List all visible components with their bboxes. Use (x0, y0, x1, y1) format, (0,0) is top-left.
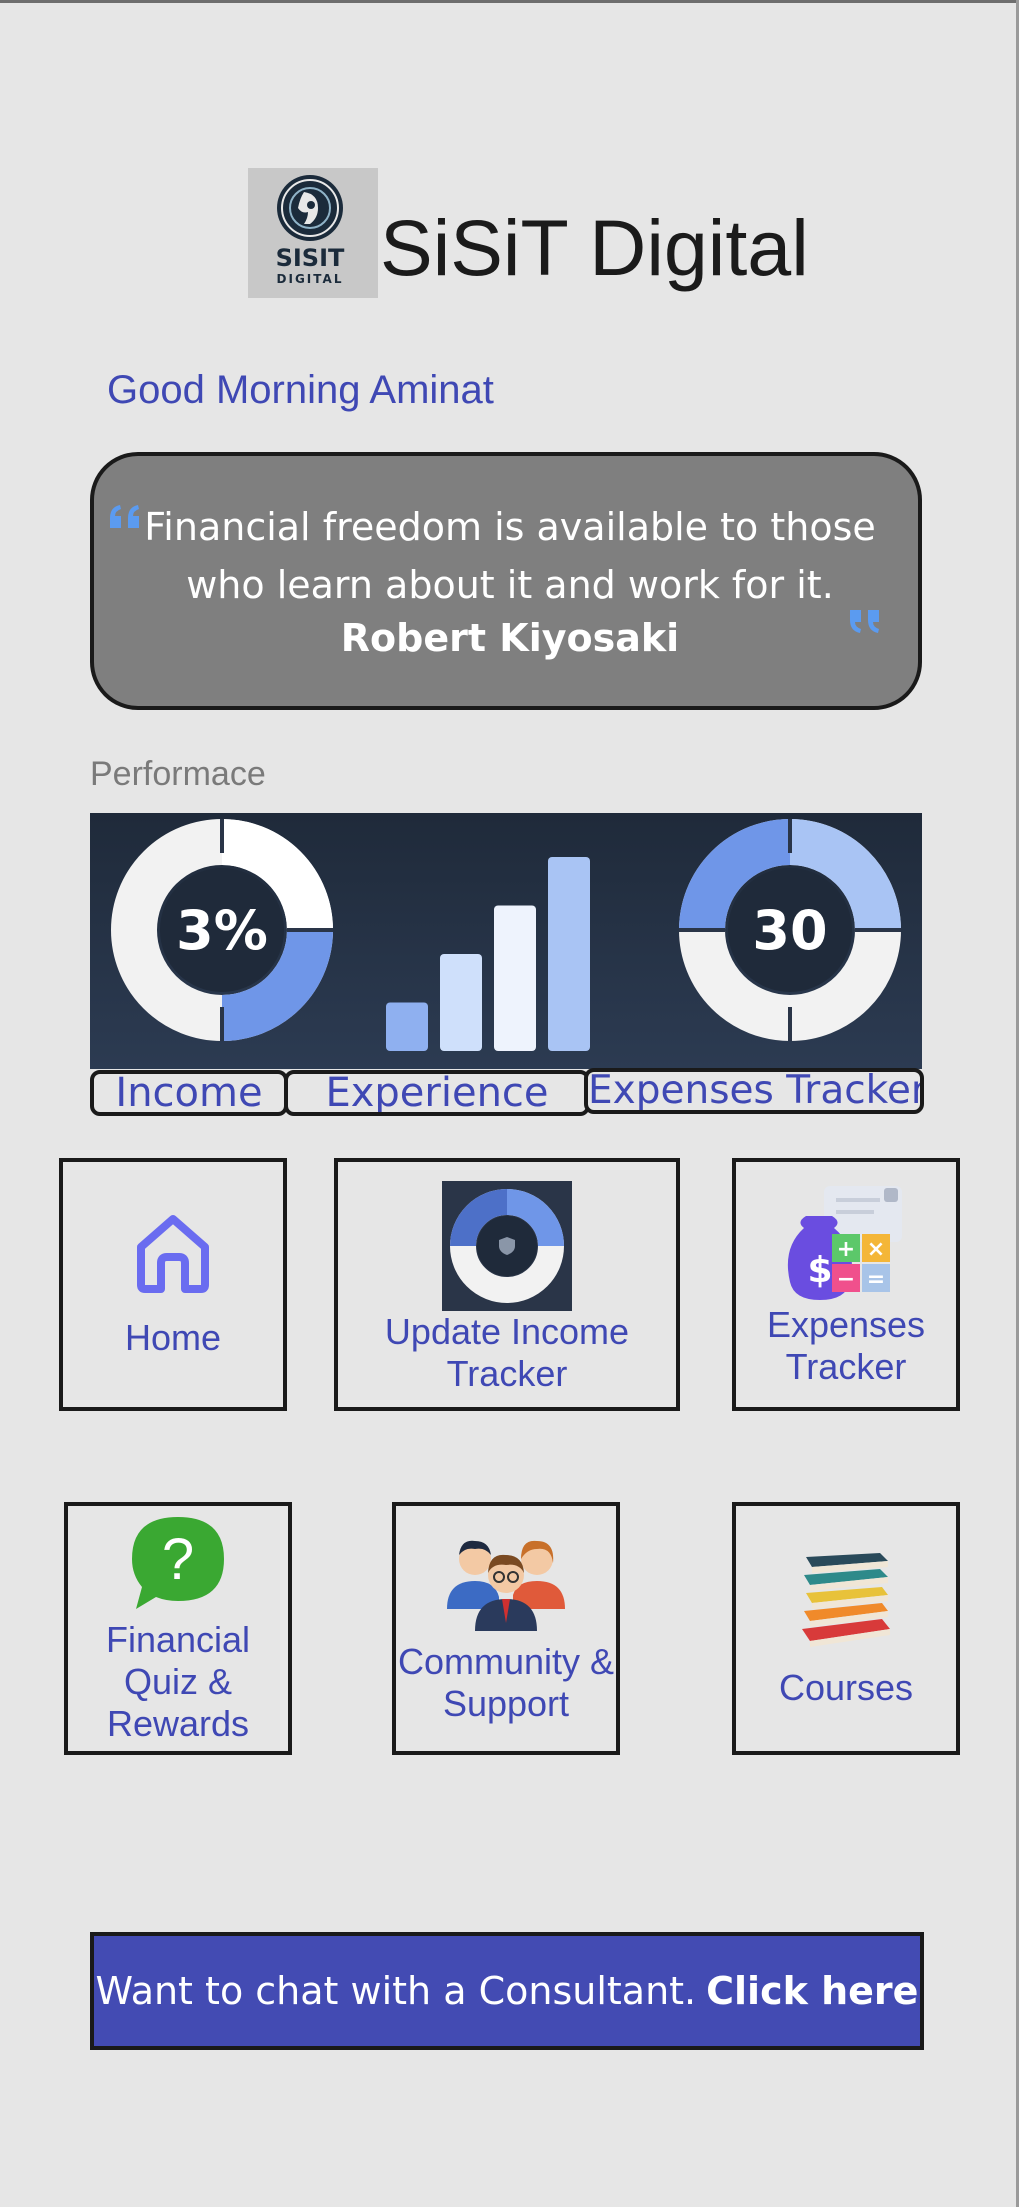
home-icon (137, 1214, 209, 1293)
courses-label: Courses (778, 1666, 914, 1708)
bar-group (386, 857, 590, 1051)
community-support-label: Community & Support (397, 1640, 615, 1724)
financial-quiz-tile[interactable]: ? Financial Quiz & Rewards (64, 1502, 292, 1755)
performance-bar (494, 905, 536, 1051)
books-stack-icon (802, 1552, 890, 1647)
svg-text:DIGITAL: DIGITAL (277, 272, 344, 286)
svg-text:?: ? (162, 1527, 194, 1592)
financial-quiz-label: Financial Quiz & Rewards (105, 1618, 251, 1744)
expenses-tracker-tile[interactable]: $ + × − = Expenses Tracker (732, 1158, 960, 1411)
quote-text: Financial freedom is available to those … (144, 505, 876, 607)
question-bubble-icon: ? (132, 1516, 224, 1609)
update-income-tracker-tile[interactable]: Update Income Tracker (334, 1158, 680, 1411)
performance-bar (386, 1002, 428, 1051)
update-income-tracker-label: Update Income Tracker (384, 1310, 630, 1394)
money-bag-calculator-icon: $ + × − = (787, 1185, 902, 1300)
performance-bar (548, 857, 590, 1051)
cta-text: Want to chat with a Consultant. (95, 1969, 697, 2013)
svg-text:=: = (867, 1267, 885, 1292)
quote-author: Robert Kiyosaki (340, 616, 680, 660)
logo-icon: SISIT DIGITAL (276, 175, 345, 286)
svg-text:SISIT: SISIT (276, 244, 345, 272)
home-tile[interactable]: Home (59, 1158, 287, 1411)
quote-card: Financial freedom is available to those … (90, 452, 922, 710)
svg-text:30: 30 (752, 899, 827, 962)
courses-tile[interactable]: Courses (732, 1502, 960, 1755)
performance-bar (440, 954, 482, 1051)
svg-text:3%: 3% (176, 899, 268, 962)
svg-text:−: − (837, 1267, 855, 1292)
top-border (0, 0, 1019, 3)
performance-graphic: 3% 30 (90, 813, 922, 1069)
greeting-text: Good Morning Aminat (107, 368, 494, 412)
chat-consultant-button[interactable]: Want to chat with a Consultant. Click he… (90, 1932, 924, 2050)
close-quote-icon (850, 610, 879, 633)
performance-label: Performace (90, 755, 266, 793)
left-gauge: 3% (111, 819, 333, 1041)
right-gauge: 30 (679, 819, 901, 1041)
expenses-tracker-label: Expenses Tracker (766, 1303, 926, 1387)
tab-experience[interactable]: Experience (284, 1070, 590, 1116)
svg-text:×: × (867, 1237, 885, 1262)
cta-link[interactable]: Click here (706, 1969, 918, 2013)
people-group-icon (447, 1540, 565, 1631)
tab-income[interactable]: Income (90, 1070, 288, 1116)
app-logo: SISIT DIGITAL (248, 168, 378, 298)
app-title: SiSiT Digital (380, 203, 809, 292)
svg-text:+: + (837, 1237, 855, 1262)
performance-chart: 3% 30 (111, 819, 901, 1051)
community-support-tile[interactable]: Community & Support (392, 1502, 620, 1755)
donut-chart-icon (442, 1180, 572, 1311)
svg-text:$: $ (807, 1250, 832, 1291)
tab-expenses-tracker[interactable]: Expenses Tracker (584, 1068, 924, 1114)
home-label: Home (124, 1316, 222, 1358)
